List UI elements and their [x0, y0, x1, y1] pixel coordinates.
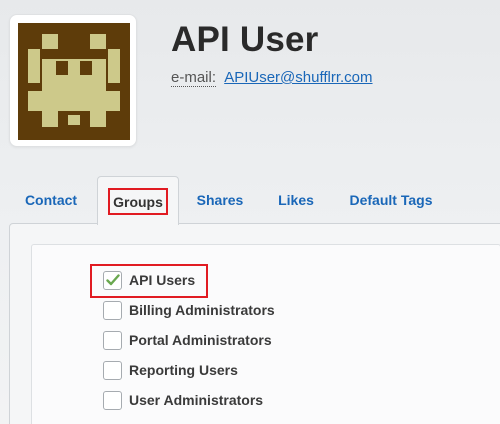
highlight-annotation	[90, 264, 208, 298]
tab-label: Contact	[24, 192, 78, 208]
tab-label: Shares	[196, 192, 244, 208]
tab-groups[interactable]: Groups	[97, 176, 179, 225]
tab-label: Likes	[278, 192, 314, 208]
tab-contact[interactable]: Contact	[14, 176, 88, 224]
pixel-invader-icon	[18, 23, 130, 140]
tab-default-tags[interactable]: Default Tags	[340, 176, 442, 224]
group-row-reporting-users[interactable]: Reporting Users	[103, 359, 238, 381]
group-label: Billing Administrators	[129, 302, 275, 318]
page-title: API User	[171, 20, 319, 59]
group-label: User Administrators	[129, 392, 264, 408]
tab-label: Default Tags	[349, 192, 433, 208]
group-label: Portal Administrators	[129, 332, 272, 348]
group-label: Reporting Users	[129, 362, 238, 378]
group-checkbox[interactable]	[103, 330, 122, 350]
group-checkbox[interactable]	[103, 300, 122, 320]
group-checkbox[interactable]	[103, 360, 122, 380]
tab-shares[interactable]: Shares	[188, 176, 252, 224]
group-row-portal-administrators[interactable]: Portal Administrators	[103, 329, 272, 351]
avatar	[9, 14, 137, 147]
email-label: e-mail:	[171, 69, 217, 87]
email-row: e-mail: APIUser@shufflrr.com	[171, 69, 373, 87]
profile-tabs: Contact Groups Shares Likes Default Tags	[0, 176, 500, 225]
tab-label: Groups	[108, 187, 168, 215]
group-row-user-administrators[interactable]: User Administrators	[103, 389, 263, 411]
email-link[interactable]: APIUser@shufflrr.com	[224, 69, 372, 86]
tab-likes[interactable]: Likes	[268, 176, 324, 224]
group-checkbox[interactable]	[103, 390, 122, 410]
group-row-billing-administrators[interactable]: Billing Administrators	[103, 299, 275, 321]
